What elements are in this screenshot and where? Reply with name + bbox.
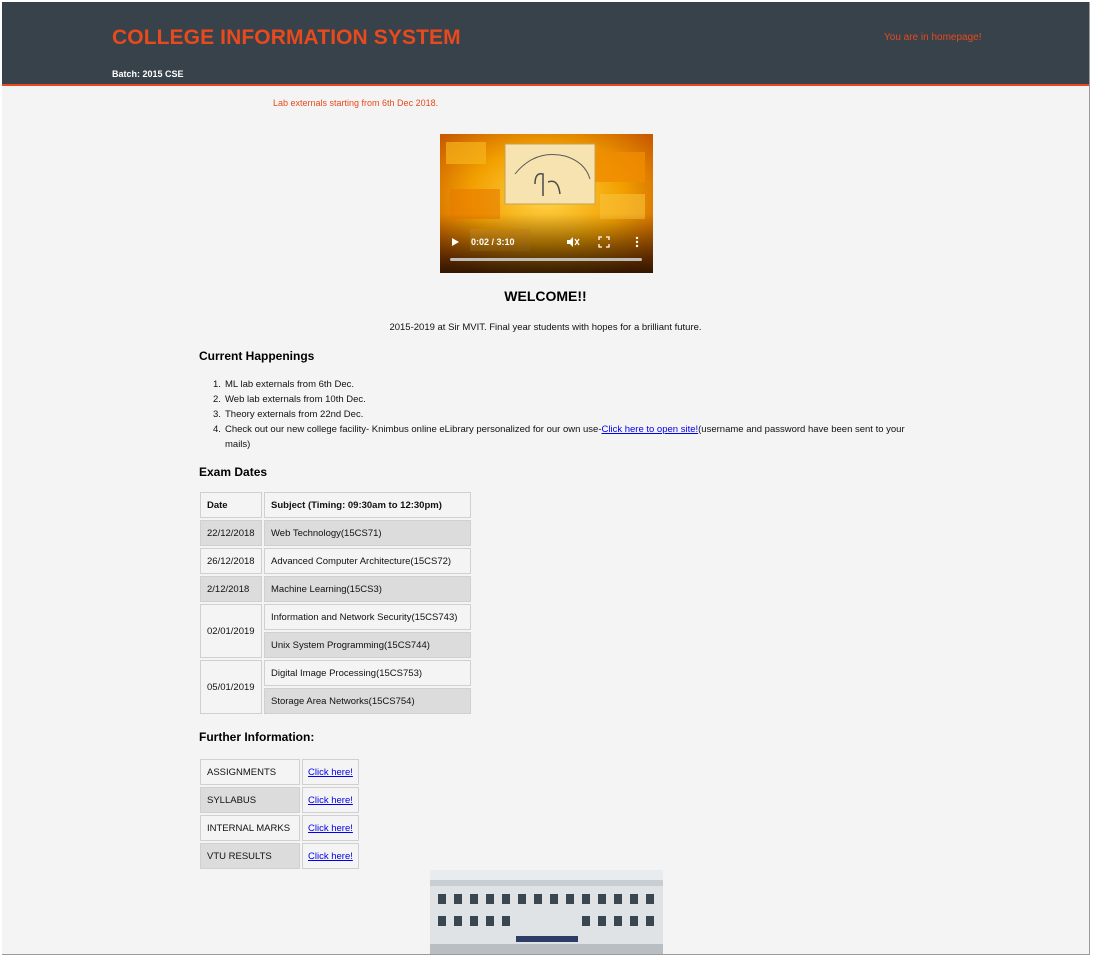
list-item: 2. Web lab externals from 10th Dec.: [213, 394, 366, 405]
happenings-heading: Current Happenings: [199, 349, 315, 363]
mute-icon[interactable]: [566, 236, 580, 248]
list-item: 3. Theory externals from 22nd Dec.: [213, 409, 364, 420]
video-time: 0:02 / 3:10: [471, 237, 515, 247]
browser-viewport: COLLEGE INFORMATION SYSTEM You are in ho…: [2, 2, 1090, 955]
table-row: 22/12/2018 Web Technology(15CS71): [200, 520, 471, 546]
video-progress-bar[interactable]: [450, 258, 642, 261]
list-item: 4. Check out our new college facility- Kn…: [213, 424, 905, 450]
table-row: 2/12/2018 Machine Learning(15CS3): [200, 576, 471, 602]
homepage-indicator: You are in homepage!: [884, 32, 982, 43]
exam-dates-heading: Exam Dates: [199, 465, 268, 479]
fullscreen-icon[interactable]: [598, 236, 610, 248]
table-row: VTU RESULTS Click here!: [200, 843, 359, 869]
happenings-list: 1. ML lab externals from 6th Dec. 2. Web l…: [213, 377, 905, 452]
video-controls: 0:02 / 3:10: [440, 229, 653, 273]
exam-dates-table: Date Subject (Timing: 09:30am to 12:30pm…: [198, 490, 473, 716]
further-info-table: ASSIGNMENTS Click here! SYLLABUS Click h…: [198, 757, 361, 871]
table-row: INTERNAL MARKS Click here!: [200, 815, 359, 841]
play-icon[interactable]: [452, 238, 459, 246]
college-building-image: [430, 870, 663, 954]
site-header: COLLEGE INFORMATION SYSTEM You are in ho…: [2, 2, 1089, 86]
assignments-link[interactable]: Click here!: [308, 767, 353, 778]
video-player[interactable]: 0:02 / 3:10: [440, 134, 653, 273]
table-row: ASSIGNMENTS Click here!: [200, 759, 359, 785]
column-header-date: Date: [200, 492, 262, 518]
internal-marks-link[interactable]: Click here!: [308, 823, 353, 834]
list-item: 1. ML lab externals from 6th Dec.: [213, 379, 355, 390]
site-title: COLLEGE INFORMATION SYSTEM: [112, 26, 461, 49]
batch-label: Batch: 2015 CSE: [112, 69, 184, 79]
welcome-tagline: 2015-2019 at Sir MVIT. Final year studen…: [389, 322, 702, 333]
more-options-icon[interactable]: [634, 236, 640, 248]
vtu-results-link[interactable]: Click here!: [308, 851, 353, 862]
welcome-heading: WELCOME!!: [504, 288, 587, 304]
table-row: 05/01/2019 Digital Image Processing(15CS…: [200, 660, 471, 714]
elibrary-link[interactable]: Click here to open site!: [602, 424, 699, 435]
further-info-heading: Further Information:: [199, 730, 315, 744]
table-row: 26/12/2018 Advanced Computer Architectur…: [200, 548, 471, 574]
table-row: 02/01/2019 Information and Network Secur…: [200, 604, 471, 658]
syllabus-link[interactable]: Click here!: [308, 795, 353, 806]
column-header-subject: Subject (Timing: 09:30am to 12:30pm): [264, 492, 471, 518]
table-row: SYLLABUS Click here!: [200, 787, 359, 813]
table-header-row: Date Subject (Timing: 09:30am to 12:30pm…: [200, 492, 471, 518]
notice-marquee: Lab externals starting from 6th Dec 2018…: [273, 98, 439, 108]
